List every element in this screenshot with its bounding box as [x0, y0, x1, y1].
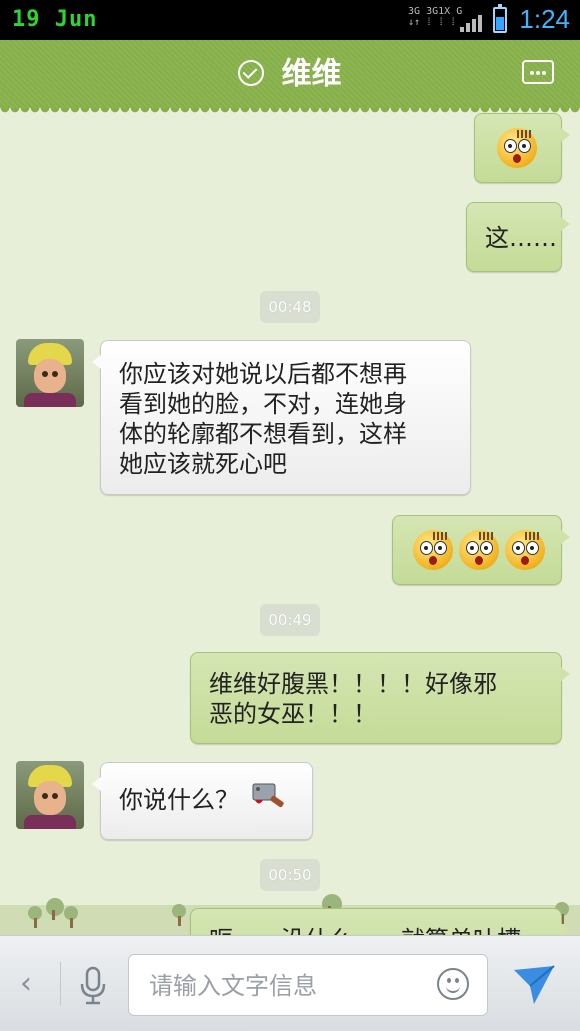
divider	[60, 962, 61, 1006]
message-incoming[interactable]: 你说什么？	[92, 762, 313, 840]
status-bar: 19 Jun 3G 3G1X G ↓↑ ⁞ ⁞ ⁞ 1:24	[0, 0, 580, 40]
message-input-field[interactable]	[128, 954, 488, 1016]
message-text: 维维好腹黑！！！！好像邪 恶的女巫！！！	[209, 670, 497, 728]
message-input[interactable]	[147, 967, 421, 1005]
shocked-face-emoji-icon	[459, 530, 499, 570]
message-outgoing[interactable]: 呃……没什么……就算单吐槽	[190, 908, 570, 935]
status-date: 19 Jun	[12, 7, 98, 32]
shocked-face-emoji-icon	[413, 530, 453, 570]
microphone-icon[interactable]	[80, 966, 106, 1006]
more-options-button[interactable]	[522, 60, 554, 84]
network-label-3g-1: 3G	[408, 6, 421, 17]
network-label-3g-2: 3G	[426, 6, 439, 17]
tree-decoration	[46, 898, 64, 920]
message-text: 呃……没什么……就算单吐槽	[209, 925, 545, 935]
tree-decoration	[28, 906, 42, 928]
contact-avatar[interactable]	[16, 761, 84, 829]
message-outgoing-emoji[interactable]	[474, 113, 570, 183]
shocked-face-emoji-icon	[497, 128, 537, 168]
message-outgoing-emoji[interactable]	[392, 515, 570, 585]
send-icon[interactable]	[512, 962, 556, 1006]
status-time: 1:24	[519, 4, 570, 34]
message-text: 你应该对她说以后都不想再 看到她的脸，不对，连她身 体的轮廓都不想看到，这样 她…	[119, 360, 407, 478]
message-outgoing[interactable]: 维维好腹黑！！！！好像邪 恶的女巫！！！	[190, 652, 570, 744]
chevron-left-icon[interactable]: ‹	[20, 966, 32, 1001]
shocked-face-emoji-icon	[505, 530, 545, 570]
check-circle-icon	[238, 59, 265, 86]
cleaver-icon	[252, 783, 284, 808]
message-timestamp: 00:50	[260, 859, 320, 891]
network-indicator: 3G 3G1X G ↓↑ ⁞ ⁞ ⁞	[408, 6, 463, 28]
message-outgoing[interactable]: 这……	[466, 202, 570, 272]
chat-title: 维维	[281, 56, 342, 92]
message-timestamp: 00:48	[260, 291, 320, 323]
tree-decoration	[172, 904, 186, 926]
contact-avatar[interactable]	[16, 339, 84, 407]
signal-bars-icon	[460, 12, 484, 32]
chat-header: 维维	[0, 40, 580, 114]
message-input-bar: ‹	[0, 935, 580, 1031]
message-text: 你说什么？	[119, 786, 239, 814]
smiley-icon[interactable]	[437, 968, 469, 1000]
chat-message-list[interactable]: 这…… 00:48 你应该对她说以后都不想再 看到她的脸，不对，连她身 体的轮廓…	[0, 108, 580, 935]
tree-decoration	[64, 906, 78, 928]
battery-icon	[493, 4, 507, 33]
message-text: 这……	[485, 224, 557, 252]
message-incoming[interactable]: 你应该对她说以后都不想再 看到她的脸，不对，连她身 体的轮廓都不想看到，这样 她…	[92, 340, 471, 495]
message-timestamp: 00:49	[260, 604, 320, 636]
network-label-1x: 1X	[438, 6, 451, 17]
